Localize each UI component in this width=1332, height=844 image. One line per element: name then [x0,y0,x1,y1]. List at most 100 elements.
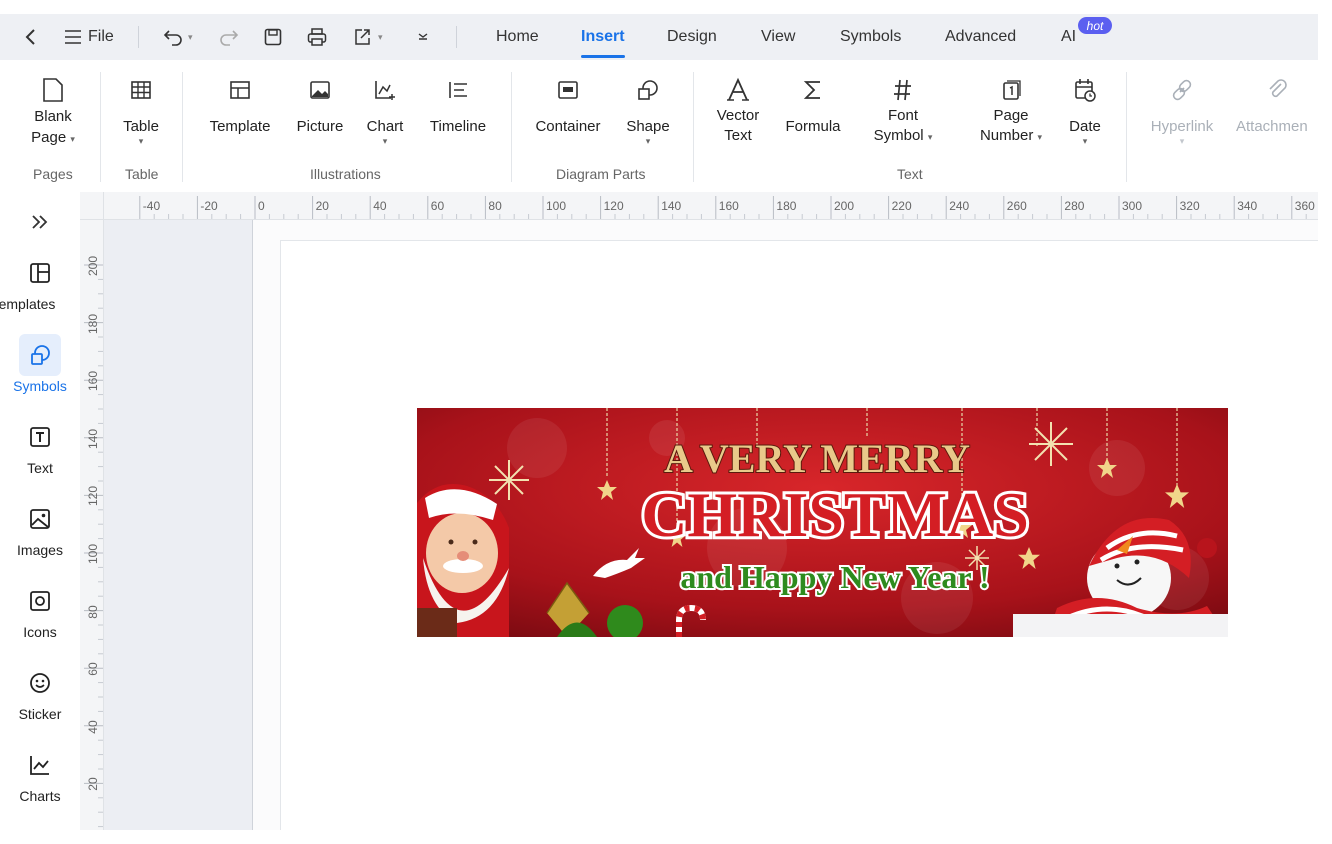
picture-button[interactable]: Picture [292,74,348,137]
chart-button[interactable]: Chart ▾ [362,74,408,146]
ruler-label: 80 [86,604,100,619]
sidebar-item-sticker[interactable]: Sticker [0,662,80,722]
hyperlink-dropdown-icon[interactable]: ▾ [1180,137,1185,146]
print-button[interactable] [306,26,328,48]
more-tools-button[interactable] [412,26,434,48]
shape-dropdown-icon[interactable]: ▾ [646,137,651,146]
page-number-label-2: Number ▾ [979,127,1043,144]
tab-view[interactable]: View [761,14,795,60]
shape-button[interactable]: Shape ▾ [622,74,674,146]
ruler-label: 0 [258,199,265,213]
double-chevron-down-icon [412,26,434,48]
date-dropdown-icon[interactable]: ▾ [1083,137,1088,146]
chart-dropdown-icon[interactable]: ▾ [383,137,388,146]
horizontal-ruler: -40 -20 0 20 40 60 80 100 120 140 160 180 200 220 240 2… [80,192,1318,220]
ruler-label: 140 [86,428,100,449]
undo-icon [162,26,184,48]
export-dropdown-icon[interactable]: ▾ [378,32,383,43]
link-icon [1169,74,1195,106]
ruler-label: 320 [1179,199,1200,213]
sidebar-item-images[interactable]: Images [0,498,80,558]
blank-page-label-2: Page ▾ [31,129,75,146]
undo-button[interactable]: ▾ [162,26,193,48]
template-button[interactable]: Template [204,74,276,137]
sidebar-item-templates[interactable]: emplates [0,252,80,312]
attachment-button[interactable]: Attachmen [1236,74,1318,137]
ruler-label: 340 [1237,199,1258,213]
export-button[interactable]: ▾ [352,26,383,48]
christmas-banner-image[interactable]: A VERY MERRY CHRISTMAS and Happy New Yea… [417,408,1228,637]
table-dropdown-icon[interactable]: ▾ [139,137,144,146]
chart-icon [373,74,397,106]
group-separator [511,72,512,182]
sidebar-item-charts[interactable]: Charts [0,744,80,804]
menu-bar [0,14,1318,60]
paperclip-icon [1236,74,1318,106]
sticker-icon [19,662,61,704]
ruler-label: 360 [1294,199,1315,213]
ruler-label: 100 [546,199,567,213]
sigma-icon [802,74,824,106]
page-number-button[interactable]: Page Number ▾ [968,74,1054,147]
ruler-label: 260 [1006,199,1027,213]
ruler-label: 200 [86,255,100,277]
file-menu[interactable]: File [62,26,114,48]
icons-icon [19,580,61,622]
font-symbol-button[interactable]: Font Symbol ▾ [868,74,938,147]
expand-sidebar-button[interactable] [0,206,80,238]
calendar-icon [1073,74,1097,106]
ruler-label: 100 [86,543,100,565]
save-button[interactable] [262,26,284,48]
group-separator [1126,72,1127,182]
ruler-label: 140 [661,199,682,213]
back-button[interactable] [20,26,42,48]
formula-button[interactable]: Formula [780,74,846,137]
ruler-label: 280 [1064,199,1085,213]
ruler-label: 40 [373,199,387,213]
table-button[interactable]: Table ▾ [116,74,166,146]
hash-icon [892,74,914,106]
blank-page-button[interactable]: Blank Page ▾ [22,74,84,150]
hyperlink-button[interactable]: Hyperlink ▾ [1144,74,1220,146]
shape-icon [636,74,660,106]
group-separator [100,72,101,182]
tab-home[interactable]: Home [496,14,539,60]
tab-advanced[interactable]: Advanced [945,14,1016,60]
font-symbol-label-1: Font [887,107,918,124]
container-label: Container [535,118,601,135]
template-icon [228,74,252,106]
ruler-label: 180 [776,199,797,213]
sidebar-item-label: Symbols [13,378,67,394]
tab-symbols[interactable]: Symbols [840,14,901,60]
page-number-icon [1000,74,1022,106]
sidebar-item-text[interactable]: Text [0,416,80,476]
undo-dropdown-icon[interactable]: ▾ [188,32,193,43]
ruler-label: 120 [603,199,624,213]
timeline-icon [446,74,470,106]
timeline-button[interactable]: Timeline [424,74,492,137]
printer-icon [306,26,328,48]
date-button[interactable]: Date ▾ [1062,74,1108,146]
tab-ai[interactable]: AI [1061,14,1076,60]
container-button[interactable]: Container [530,74,606,137]
redo-button[interactable] [218,26,240,48]
ruler-label: 120 [86,486,100,507]
menu-separator [138,26,139,48]
tab-insert[interactable]: Insert [581,14,625,60]
group-label-diagram-parts: Diagram Parts [556,166,646,182]
ruler-corner [80,192,104,220]
sidebar-item-symbols[interactable]: Symbols [0,334,80,394]
vector-text-label-2: Text [724,127,752,144]
export-icon [352,26,374,48]
group-separator [182,72,183,182]
banner-line-3: and Happy New Year ! [680,559,989,595]
tab-design[interactable]: Design [667,14,717,60]
ruler-label: -40 [142,199,161,213]
date-label: Date [1069,118,1101,135]
menu-separator [456,26,457,48]
group-label-pages: Pages [33,166,73,182]
canvas-margin [104,220,252,830]
vector-text-button[interactable]: Vector Text [710,74,766,146]
picture-label: Picture [296,118,344,135]
sidebar-item-icons[interactable]: Icons [0,580,80,640]
